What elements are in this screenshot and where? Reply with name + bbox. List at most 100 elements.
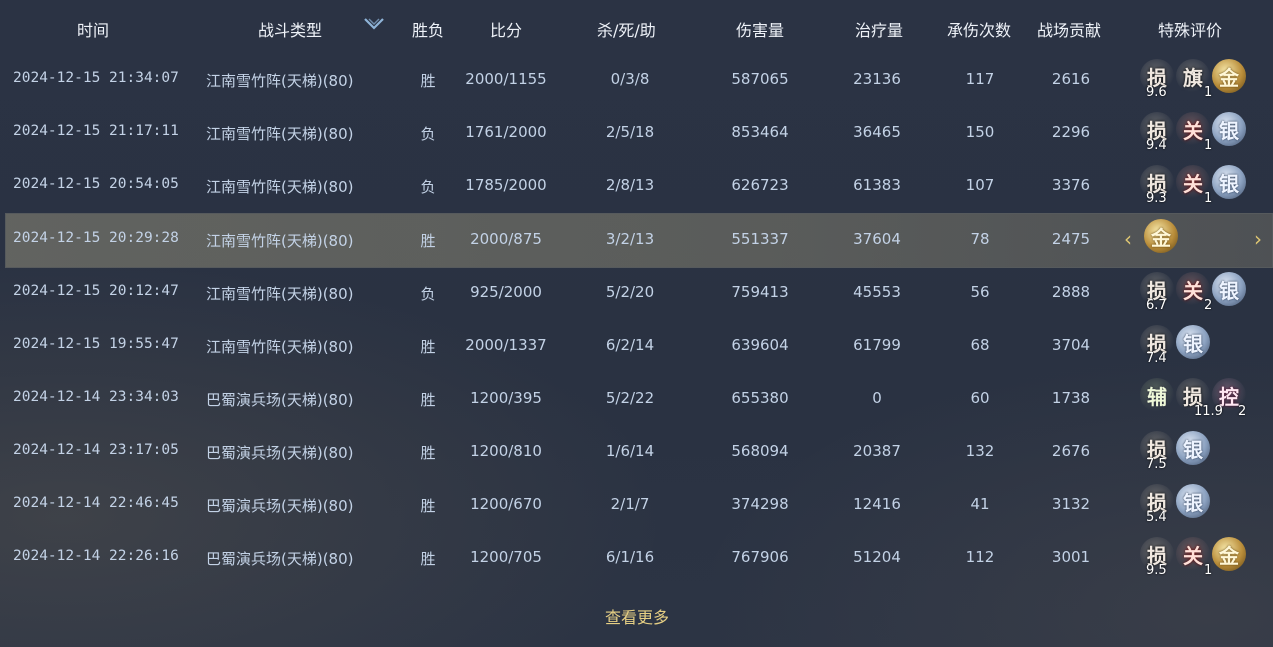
cell-time: 2024-12-15 21:34:07 xyxy=(13,70,179,86)
cell-contribution: 2616 xyxy=(1051,70,1091,88)
header-rating[interactable]: 特殊评价 xyxy=(1158,17,1222,41)
cell-score: 2000/1337 xyxy=(465,336,547,354)
cell-heal: 20387 xyxy=(853,442,901,460)
rating-count: 1 xyxy=(1204,138,1213,153)
cell-contribution: 2676 xyxy=(1051,442,1091,460)
rating-score: 9.4 xyxy=(1146,138,1167,153)
filter-dropdown-icon[interactable] xyxy=(362,14,386,34)
cell-score: 1200/705 xyxy=(470,548,542,566)
cell-hits-taken: 150 xyxy=(965,123,995,141)
cell-damage: 655380 xyxy=(731,389,789,407)
cell-result: 胜 xyxy=(420,232,436,250)
header-score[interactable]: 比分 xyxy=(490,17,522,41)
header-heal[interactable]: 治疗量 xyxy=(855,17,903,41)
rating-badge-icon[interactable]: 辅 xyxy=(1140,378,1174,412)
cell-heal: 0 xyxy=(872,389,882,407)
cell-time: 2024-12-15 20:29:28 xyxy=(13,230,179,246)
cell-result: 负 xyxy=(420,125,436,143)
cell-time: 2024-12-14 22:26:16 xyxy=(13,548,179,564)
cell-contribution: 2888 xyxy=(1051,283,1091,301)
cell-contribution: 3001 xyxy=(1051,548,1091,566)
cell-contribution: 2296 xyxy=(1051,123,1091,141)
cell-hits-taken: 117 xyxy=(965,70,995,88)
rating-score: 5.4 xyxy=(1146,510,1167,525)
cell-time: 2024-12-14 22:46:45 xyxy=(13,495,179,511)
rating-score: 6.7 xyxy=(1146,298,1167,313)
cell-hits-taken: 56 xyxy=(970,283,990,301)
cell-score: 2000/1155 xyxy=(465,70,547,88)
cell-kda: 5/2/20 xyxy=(605,283,655,301)
cell-score: 1785/2000 xyxy=(465,176,547,194)
cell-time: 2024-12-15 20:12:47 xyxy=(13,283,179,299)
header-kda[interactable]: 杀/死/助 xyxy=(597,17,656,41)
cell-heal: 61799 xyxy=(853,336,901,354)
table-row[interactable]: 2024-12-14 22:26:16 巴蜀演兵场(天梯)(80) 胜 1200/70… xyxy=(6,532,1272,585)
chevron-right-icon[interactable]: › xyxy=(1254,227,1268,251)
rating-badge-icon[interactable]: 银 xyxy=(1176,484,1210,518)
rating-badges: 损旗金 9.6 1 xyxy=(1140,59,1270,100)
chevron-left-icon[interactable]: ‹ xyxy=(1124,227,1138,251)
cell-kda: 6/1/16 xyxy=(605,548,655,566)
header-type[interactable]: 战斗类型 xyxy=(258,17,322,41)
cell-result: 胜 xyxy=(420,391,436,409)
rating-badge-icon[interactable]: 金 xyxy=(1212,537,1246,571)
cell-battle-type: 江南雪竹阵(天梯)(80) xyxy=(206,232,354,250)
table-row[interactable]: 2024-12-15 20:12:47 江南雪竹阵(天梯)(80) 负 925/200… xyxy=(6,267,1272,320)
cell-score: 1200/395 xyxy=(470,389,542,407)
cell-hits-taken: 107 xyxy=(965,176,995,194)
rating-badges: 损关银 6.7 2 xyxy=(1140,272,1270,313)
cell-battle-type: 巴蜀演兵场(天梯)(80) xyxy=(206,391,354,409)
rating-badges: 辅损控 11.9 2 xyxy=(1140,378,1270,419)
cell-damage: 374298 xyxy=(731,495,789,513)
cell-damage: 568094 xyxy=(731,442,789,460)
header-hits[interactable]: 承伤次数 xyxy=(947,17,1011,41)
rating-badge-icon[interactable]: 银 xyxy=(1176,431,1210,465)
cell-hits-taken: 41 xyxy=(970,495,990,513)
cell-battle-type: 巴蜀演兵场(天梯)(80) xyxy=(206,444,354,462)
rating-badge-icon[interactable]: 银 xyxy=(1212,165,1246,199)
rating-count: 2 xyxy=(1238,404,1247,419)
cell-result: 胜 xyxy=(420,550,436,568)
cell-damage: 551337 xyxy=(731,230,789,248)
table-row[interactable]: 2024-12-14 23:17:05 巴蜀演兵场(天梯)(80) 胜 1200/81… xyxy=(6,426,1272,479)
cell-score: 925/2000 xyxy=(470,283,542,301)
rating-badge-icon[interactable]: 银 xyxy=(1176,325,1210,359)
cell-heal: 37604 xyxy=(853,230,901,248)
table-row[interactable]: 2024-12-15 21:34:07 江南雪竹阵(天梯)(80) 胜 2000/11… xyxy=(6,54,1272,107)
header-contrib[interactable]: 战场贡献 xyxy=(1037,17,1101,41)
cell-hits-taken: 68 xyxy=(970,336,990,354)
cell-battle-type: 江南雪竹阵(天梯)(80) xyxy=(206,338,354,356)
cell-time: 2024-12-15 19:55:47 xyxy=(13,336,179,352)
table-row[interactable]: 2024-12-15 20:54:05 江南雪竹阵(天梯)(80) 负 1785/20… xyxy=(6,160,1272,213)
rating-badge-icon[interactable]: 银 xyxy=(1212,112,1246,146)
cell-time: 2024-12-14 23:34:03 xyxy=(13,389,179,405)
table-row[interactable]: 2024-12-14 23:34:03 巴蜀演兵场(天梯)(80) 胜 1200/39… xyxy=(6,373,1272,426)
cell-kda: 2/5/18 xyxy=(605,123,655,141)
cell-score: 1200/810 xyxy=(470,442,542,460)
rating-count: 1 xyxy=(1204,563,1213,578)
rating-badge-icon[interactable]: 金 xyxy=(1144,219,1178,253)
rating-badges: 损银 7.5 xyxy=(1140,431,1270,472)
cell-result: 胜 xyxy=(420,338,436,356)
cell-hits-taken: 132 xyxy=(965,442,995,460)
table-row[interactable]: 2024-12-14 22:46:45 巴蜀演兵场(天梯)(80) 胜 1200/67… xyxy=(6,479,1272,532)
cell-kda: 2/1/7 xyxy=(610,495,650,513)
table-row[interactable]: 2024-12-15 21:17:11 江南雪竹阵(天梯)(80) 负 1761/20… xyxy=(6,107,1272,160)
rating-score: 9.3 xyxy=(1146,191,1167,206)
cell-heal: 61383 xyxy=(853,176,901,194)
header-result[interactable]: 胜负 xyxy=(412,17,444,41)
cell-battle-type: 江南雪竹阵(天梯)(80) xyxy=(206,178,354,196)
rating-badge-icon[interactable]: 银 xyxy=(1212,272,1246,306)
cell-result: 负 xyxy=(420,285,436,303)
rating-badge-icon[interactable]: 金 xyxy=(1212,59,1246,93)
cell-battle-type: 巴蜀演兵场(天梯)(80) xyxy=(206,497,354,515)
header-time[interactable]: 时间 xyxy=(77,17,109,41)
cell-kda: 5/2/22 xyxy=(605,389,655,407)
view-more-button[interactable]: 查看更多 xyxy=(605,604,669,628)
cell-kda: 0/3/8 xyxy=(610,70,650,88)
header-damage[interactable]: 伤害量 xyxy=(736,17,784,41)
table-row[interactable]: 2024-12-15 19:55:47 江南雪竹阵(天梯)(80) 胜 2000/13… xyxy=(6,320,1272,373)
cell-time: 2024-12-15 21:17:11 xyxy=(13,123,179,139)
table-row[interactable]: 2024-12-15 20:29:28 江南雪竹阵(天梯)(80) 胜 2000/87… xyxy=(5,213,1273,268)
cell-contribution: 3132 xyxy=(1051,495,1091,513)
